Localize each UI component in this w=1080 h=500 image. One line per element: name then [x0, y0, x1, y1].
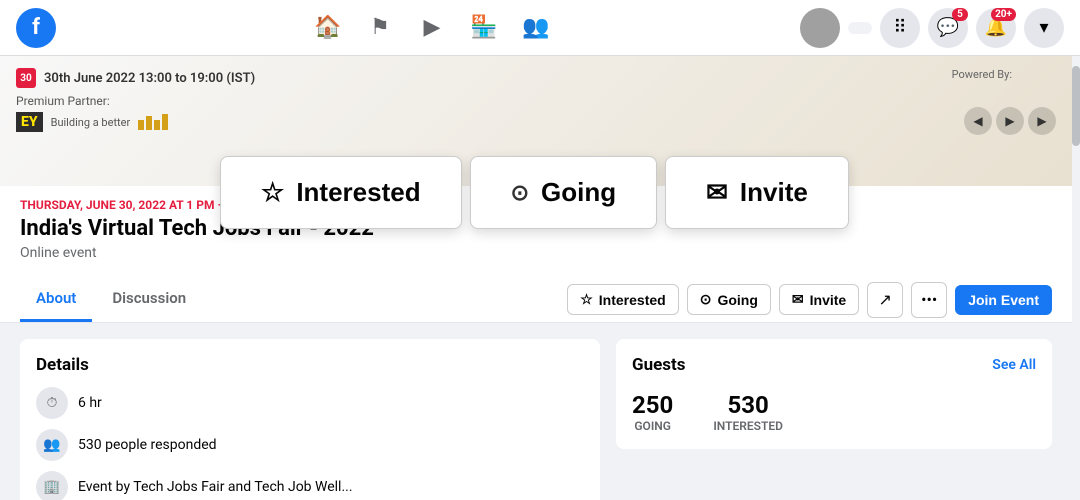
checkmark-icon: ⊙	[511, 180, 529, 206]
messenger-badge: 5	[952, 8, 968, 21]
see-all-link[interactable]: See All	[992, 357, 1036, 373]
building-icon: 🏢	[36, 471, 68, 500]
going-label: GOING	[632, 419, 673, 433]
popup-interested-button[interactable]: ☆ Interested	[220, 156, 462, 229]
avatar[interactable]	[800, 8, 840, 48]
messenger-btn[interactable]: 💬 5	[928, 8, 968, 48]
facebook-logo: f	[16, 8, 56, 48]
popup-going-button[interactable]: ⊙ Going	[470, 156, 658, 229]
notifications-btn[interactable]: 🔔 20+	[976, 8, 1016, 48]
partner-text: Building a better	[51, 116, 131, 129]
partner-logos: EY Building a better	[16, 112, 1056, 132]
scrollbar-thumb[interactable]	[1072, 66, 1080, 146]
guests-card: Guests See All 250 GOING 530 INTERESTED	[616, 339, 1052, 449]
left-panel: Details ⏱ 6 hr 👥 530 people responded 🏢 …	[20, 339, 600, 500]
ey-logo: EY	[16, 112, 43, 132]
details-card: Details ⏱ 6 hr 👥 530 people responded 🏢 …	[20, 339, 600, 500]
chevron-down-btn[interactable]: ▾	[1024, 8, 1064, 48]
tab-more-button[interactable]: •••	[911, 282, 947, 318]
tab-invite-label: Invite	[810, 292, 847, 308]
interested-count: 530	[713, 391, 783, 419]
top-navigation: f 🏠 ⚑ ▶ 🏪 👥 ⠿ 💬 5 🔔 20+ ▾	[0, 0, 1080, 56]
nav-flag-btn[interactable]: ⚑	[356, 4, 404, 52]
guests-title: Guests	[632, 355, 686, 375]
tabs-left: About Discussion	[20, 277, 202, 322]
nav-home-btn[interactable]: 🏠	[304, 4, 352, 52]
tab-envelope-icon: ✉	[792, 291, 804, 308]
notifications-badge: 20+	[991, 8, 1016, 21]
event-subtitle: Online event	[20, 245, 1052, 261]
right-panel: Guests See All 250 GOING 530 INTERESTED	[616, 339, 1052, 500]
nav-store-btn[interactable]: 🏪	[460, 4, 508, 52]
nav-people-btn[interactable]: 👥	[512, 4, 560, 52]
tab-interested-label: Interested	[599, 292, 666, 308]
people-icon: 👥	[36, 429, 68, 461]
nav-video-btn[interactable]: ▶	[408, 4, 456, 52]
tab-going-button[interactable]: ⊙ Going	[687, 284, 771, 315]
main-content: 30 30th June 2022 13:00 to 19:00 (IST) P…	[0, 56, 1080, 500]
prev-arrow-btn[interactable]: ◀	[964, 107, 992, 135]
popup-action-buttons: ☆ Interested ⊙ Going ✉ Invite	[220, 156, 849, 229]
banner-arrows: ◀ ▶ ▶	[964, 107, 1056, 135]
tab-interested-button[interactable]: ☆ Interested	[567, 284, 678, 315]
detail-responded-text: 530 people responded	[78, 437, 217, 453]
nav-right-group: ⠿ 💬 5 🔔 20+ ▾	[800, 8, 1064, 48]
details-title: Details	[36, 355, 584, 375]
calendar-icon: 30	[16, 68, 36, 88]
popup-invite-button[interactable]: ✉ Invite	[665, 156, 849, 229]
envelope-icon: ✉	[706, 177, 728, 208]
next-arrow-btn[interactable]: ▶	[996, 107, 1024, 135]
nav-icons-group: 🏠 ⚑ ▶ 🏪 👥	[64, 4, 800, 52]
going-count: 250	[632, 391, 673, 419]
interested-label: INTERESTED	[713, 419, 783, 433]
star-icon: ☆	[261, 177, 284, 208]
tab-star-icon: ☆	[580, 291, 593, 308]
content-area: 30 30th June 2022 13:00 to 19:00 (IST) P…	[0, 56, 1072, 500]
tab-share-button[interactable]: ↗	[867, 282, 903, 318]
grid-menu-btn[interactable]: ⠿	[880, 8, 920, 48]
tab-discussion[interactable]: Discussion	[96, 277, 202, 322]
bottom-content: Details ⏱ 6 hr 👥 530 people responded 🏢 …	[0, 323, 1072, 500]
going-stat: 250 GOING	[632, 391, 673, 433]
partner-label: Premium Partner:	[16, 94, 1056, 108]
banner-date-text: 30th June 2022 13:00 to 19:00 (IST)	[44, 71, 255, 86]
event-tabs-bar: About Discussion ☆ Interested ⊙ Going ✉ …	[0, 277, 1072, 323]
user-name-pill[interactable]	[848, 22, 872, 34]
clock-icon: ⏱	[36, 387, 68, 419]
banner-date-row: 30 30th June 2022 13:00 to 19:00 (IST)	[16, 68, 1056, 88]
detail-row-organizer: 🏢 Event by Tech Jobs Fair and Tech Job W…	[36, 471, 584, 500]
join-label: Join Event	[968, 292, 1039, 308]
tab-about[interactable]: About	[20, 277, 92, 322]
detail-row-duration: ⏱ 6 hr	[36, 387, 584, 419]
detail-organizer-text: Event by Tech Jobs Fair and Tech Job Wel…	[78, 479, 353, 495]
powered-by-label: Powered By:	[952, 68, 1012, 81]
tabs-right-actions: ☆ Interested ⊙ Going ✉ Invite ↗ ••• Join…	[567, 282, 1052, 318]
banner-inner: 30 30th June 2022 13:00 to 19:00 (IST) P…	[16, 68, 1056, 132]
tab-check-icon: ⊙	[700, 291, 712, 308]
detail-duration-text: 6 hr	[78, 395, 102, 411]
popup-interested-label: Interested	[296, 177, 420, 208]
popup-going-label: Going	[541, 177, 616, 208]
join-event-button[interactable]: Join Event	[955, 285, 1052, 315]
event-banner: 30 30th June 2022 13:00 to 19:00 (IST) P…	[0, 56, 1072, 186]
guests-header: Guests See All	[632, 355, 1036, 375]
interested-stat: 530 INTERESTED	[713, 391, 783, 433]
scrollbar-track[interactable]	[1072, 56, 1080, 500]
tab-going-label: Going	[717, 292, 757, 308]
pause-arrow-btn[interactable]: ▶	[1028, 107, 1056, 135]
bar-chart-logo	[138, 114, 168, 130]
popup-invite-label: Invite	[740, 177, 808, 208]
guests-stats: 250 GOING 530 INTERESTED	[632, 391, 1036, 433]
tab-invite-button[interactable]: ✉ Invite	[779, 284, 859, 315]
detail-row-responded: 👥 530 people responded	[36, 429, 584, 461]
